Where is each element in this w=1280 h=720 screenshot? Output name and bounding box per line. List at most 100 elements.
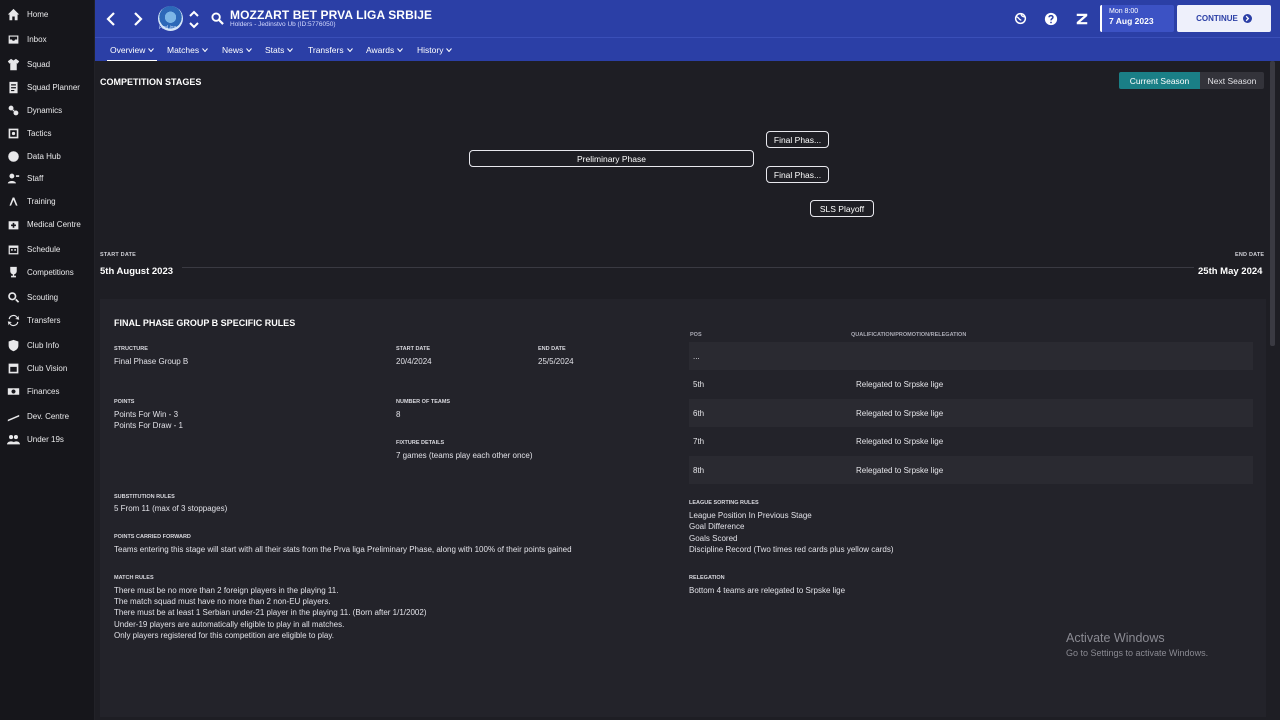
search-icon[interactable] [211,12,224,25]
sidebar-item-label: Inbox [27,34,47,44]
match-rules-label: MATCH RULES [114,575,154,581]
tab-overview[interactable]: Overview [106,38,158,62]
home-icon [6,7,20,21]
help-button[interactable] [1043,11,1058,26]
sidebar-item-dynamics[interactable]: Dynamics [0,100,95,120]
section-title: COMPETITION STAGES [100,77,202,87]
match-rule-line: There must be at least 1 Serbian under-2… [114,608,427,617]
stage-preliminary-phase[interactable]: Preliminary Phase [469,150,754,167]
sidebar-item-finances[interactable]: Finances [0,381,95,401]
tab-label: News [222,44,244,55]
stage-sls-playoff[interactable]: SLS Playoff [810,200,874,217]
fm-logo-icon [1076,13,1087,24]
stage-end-date-label: END DATE [538,346,566,352]
tab-matches[interactable]: Matches [167,38,209,61]
sidebar-item-label: Tactics [27,128,52,138]
forward-button[interactable] [128,9,148,29]
sidebar-item-label: Club Vision [27,363,68,373]
match-rule-line: There must be no more than 2 foreign pla… [114,586,339,595]
sidebar-item-inbox[interactable]: Inbox [0,29,95,49]
finances-icon [6,384,20,398]
sidebar-item-transfers[interactable]: Transfers [0,310,95,330]
table-cell-qualification: Relegated to Srpske lige [856,436,944,446]
structure-value: Final Phase Group B [114,357,189,366]
transfers-icon [6,313,20,327]
column-header-qualification: QUALIFICATION/PROMOTION/RELEGATION [851,332,967,338]
sidebar-item-scouting[interactable]: Scouting [0,287,95,307]
sidebar-item-medical-centre[interactable]: Medical Centre [0,214,95,234]
competition-switcher[interactable] [189,10,199,30]
sidebar-item-club-info[interactable]: Club Info [0,335,95,355]
sidebar-item-home[interactable]: Home [0,4,95,24]
tab-label: Overview [110,44,146,55]
tab-history[interactable]: History [417,38,453,61]
chevron-down-icon [397,47,404,52]
tab-label: Stats [265,44,285,55]
tab-awards[interactable]: Awards [366,38,404,61]
game-date[interactable]: Mon 8:00 7 Aug 2023 [1100,5,1174,32]
planner-icon [6,80,20,94]
continue-button[interactable]: CONTINUE [1177,5,1271,32]
inbox-icon [6,32,20,46]
match-rule-line: Under-19 players are automatically eligi… [114,620,345,629]
shield-icon [6,338,20,352]
sidebar-item-competitions[interactable]: Competitions [0,262,95,282]
next-season-button[interactable]: Next Season [1200,72,1264,89]
sidebar-item-club-vision[interactable]: Club Vision [0,358,95,378]
points-carried-value: Teams entering this stage will start wit… [114,545,572,554]
table-cell-pos: 8th [693,465,705,475]
sidebar-item-label: Home [27,9,49,19]
back-button[interactable] [101,9,121,29]
sidebar-item-squad[interactable]: Squad [0,54,95,74]
current-season-button[interactable]: Current Season [1119,72,1200,89]
stage-end-date-value: 25/5/2024 [538,357,574,366]
page-subtitle: Holders - Jedinstvo Ub (ID:5776050) [230,21,336,28]
sidebar-item-staff[interactable]: Staff [0,168,95,188]
tab-news[interactable]: News [222,38,253,61]
points-carried-label: POINTS CARRIED FORWARD [114,534,191,540]
stage-final-phase-a[interactable]: Final Phas... [766,131,829,148]
chevron-down-icon [202,47,209,52]
relegation-label: RELEGATION [689,575,725,581]
sorting-rule-line: Goal Difference [689,522,745,531]
under19-icon [6,432,20,446]
sidebar-item-under-19s[interactable]: Under 19s [0,429,95,449]
fixture-label: FIXTURE DETAILS [396,440,445,446]
table-cell-qualification: Relegated to Srpske lige [856,379,944,389]
sidebar-item-schedule[interactable]: Schedule [0,239,95,259]
tab-label: Awards [366,44,395,55]
table-cell-pos: 7th [693,436,705,446]
game-date-time: Mon 8:00 [1109,8,1139,15]
table-cell-qualification: Relegated to Srpske lige [856,465,944,475]
stage-start-date-label: START DATE [396,346,431,352]
chevron-down-icon [189,22,199,29]
dynamics-icon [6,103,20,117]
scrollbar[interactable] [1270,61,1275,346]
sidebar-item-label: Schedule [27,244,61,254]
dev-centre-icon [6,409,20,423]
stage-final-phase-b[interactable]: Final Phas... [766,166,829,183]
game-date-day: 7 Aug 2023 [1109,16,1154,26]
sidebar-item-data-hub[interactable]: Data Hub [0,146,95,166]
network-button[interactable] [1013,11,1028,26]
table-row: 8th Relegated to Srpske lige [689,456,1253,484]
chevron-left-icon [106,12,115,26]
staff-icon [6,171,20,185]
scouting-icon [6,290,20,304]
sidebar-item-training[interactable]: Training [0,191,95,211]
fm-menu-button[interactable] [1074,11,1089,26]
match-rule-line: The match squad must have no more than 2… [114,597,331,606]
sidebar-item-label: Transfers [27,315,61,325]
sidebar-item-tactics[interactable]: Tactics [0,123,95,143]
stage-start-date-value: 20/4/2024 [396,357,432,366]
sidebar-item-label: Training [27,196,56,206]
tab-stats[interactable]: Stats [265,38,294,61]
sidebar-item-dev-centre[interactable]: Dev. Centre [0,406,95,426]
chevron-right-icon [134,12,143,26]
table-row: 5th Relegated to Srpske lige [689,370,1253,398]
table-cell-pos: 5th [693,379,705,389]
sidebar-item-squad-planner[interactable]: Squad Planner [0,77,95,97]
sidebar-item-label: Squad Planner [27,82,80,92]
tab-transfers[interactable]: Transfers [308,38,353,61]
teams-value: 8 [396,410,401,419]
